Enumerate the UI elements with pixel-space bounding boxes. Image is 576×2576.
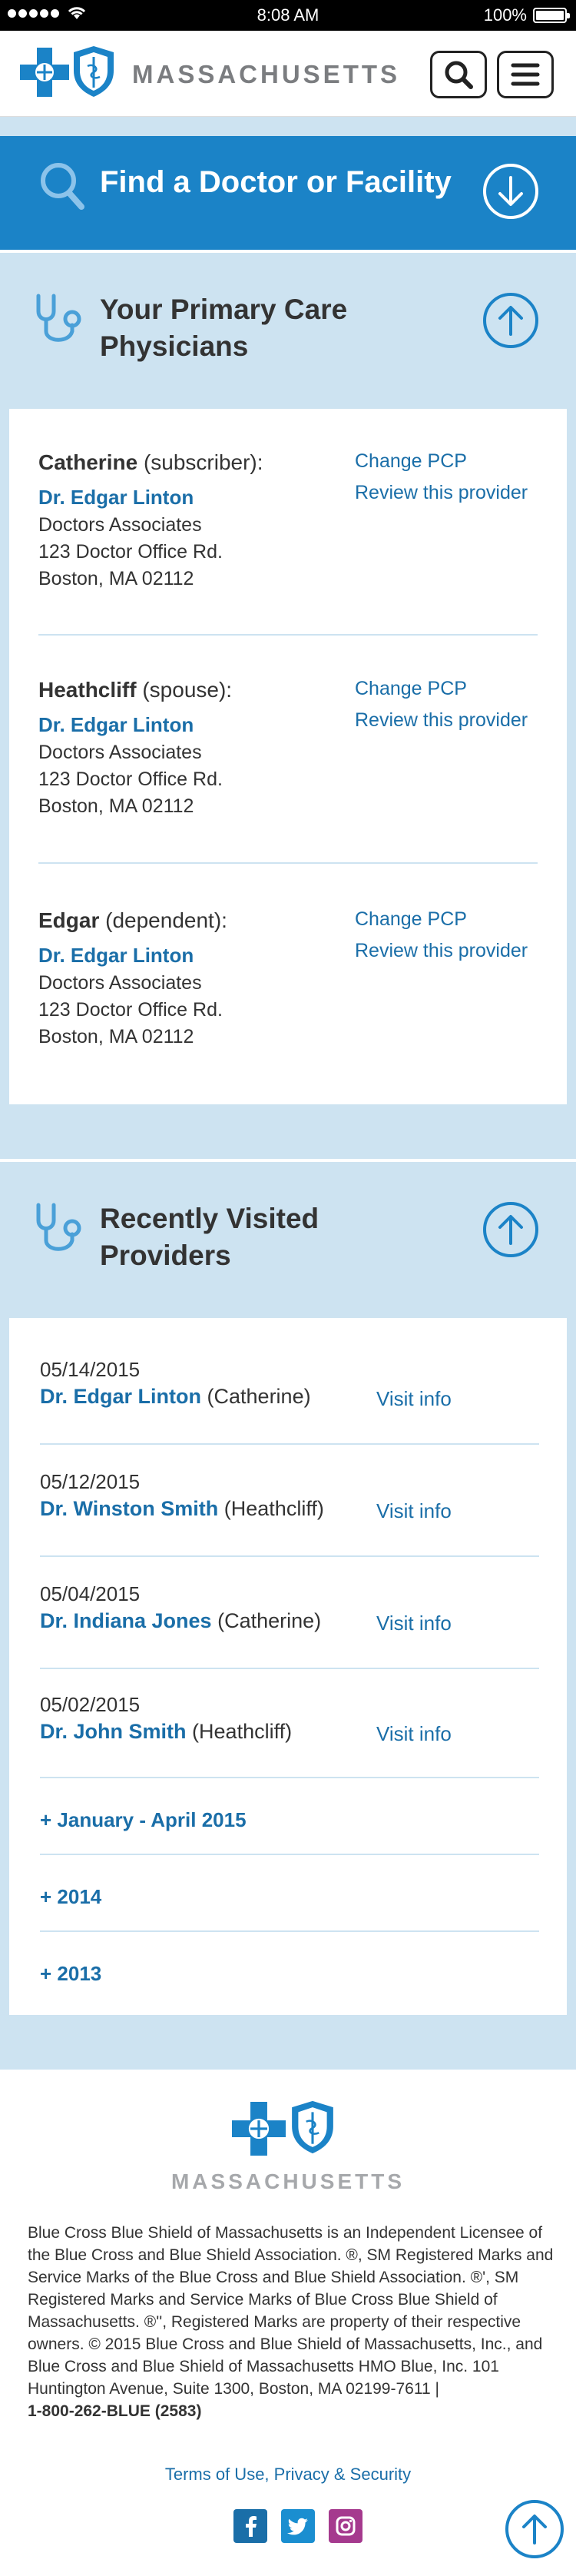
member-name: Heathcliff — [38, 678, 137, 702]
blue-shield-logo-icon[interactable] — [71, 45, 117, 98]
pcp-street: 123 Doctor Office Rd. — [38, 999, 223, 1021]
visit-doctor-link[interactable]: Dr. Indiana Jones — [40, 1609, 212, 1632]
find-doctor-banner[interactable]: Find a Doctor or Facility — [0, 136, 576, 250]
pcp-entry: Edgar (dependent): Dr. Edgar Linton Doct… — [38, 908, 538, 1048]
find-doctor-title: Find a Doctor or Facility — [100, 165, 452, 199]
battery-icon — [533, 8, 570, 23]
visit-doctor-link[interactable]: Dr. John Smith — [40, 1720, 187, 1743]
expander-2013[interactable]: + 2013 — [40, 1962, 101, 1986]
visit-patient: (Catherine) — [207, 1385, 311, 1408]
expander-2014[interactable]: + 2014 — [40, 1885, 101, 1909]
pcp-practice: Doctors Associates — [38, 972, 202, 994]
recent-section-title: Recently Visited Providers — [100, 1203, 319, 1271]
terms-privacy-link[interactable]: Terms of Use, Privacy & Security — [0, 2465, 576, 2485]
pcp-street: 123 Doctor Office Rd. — [38, 768, 223, 790]
status-bar: 8:08 AM 100% — [0, 0, 576, 31]
collapse-up-icon[interactable] — [482, 1200, 540, 1259]
divider — [38, 862, 538, 864]
site-footer: MASSACHUSETTS Blue Cross Blue Shield of … — [0, 2070, 576, 2576]
visit-row: 05/02/2015 Dr. John Smith (Heathcliff) V… — [40, 1693, 539, 1746]
phone-number[interactable]: 1-800-262-BLUE (2583) — [28, 2402, 201, 2420]
search-icon — [445, 61, 473, 89]
recent-section-header[interactable]: Recently Visited Providers — [0, 1162, 576, 1308]
visit-date: 05/14/2015 — [40, 1358, 141, 1381]
member-role: (dependent): — [105, 908, 227, 932]
visit-info-link[interactable]: Visit info — [376, 1387, 452, 1411]
member-role: (subscriber): — [143, 450, 263, 474]
visit-date: 05/12/2015 — [40, 1470, 141, 1493]
legal-text: Blue Cross Blue Shield of Massachusetts … — [28, 2222, 558, 2422]
divider — [40, 1668, 539, 1669]
back-to-top-icon[interactable] — [504, 2498, 565, 2560]
search-button[interactable] — [430, 51, 487, 98]
recent-visits-card: 05/14/2015 Dr. Edgar Linton (Catherine) … — [9, 1318, 567, 2015]
collapse-up-icon[interactable] — [482, 291, 540, 350]
blue-shield-logo-icon — [292, 2100, 333, 2154]
stethoscope-icon — [36, 1203, 81, 1251]
pcp-practice: Doctors Associates — [38, 742, 202, 763]
visit-row: 05/04/2015 Dr. Indiana Jones (Catherine)… — [40, 1582, 539, 1635]
site-header: MASSACHUSETTS — [0, 31, 576, 117]
review-provider-link[interactable]: Review this provider — [355, 709, 528, 732]
change-pcp-link[interactable]: Change PCP — [355, 450, 528, 473]
divider — [38, 634, 538, 636]
pcp-section-title: Your Primary Care Physicians — [100, 294, 348, 362]
blue-cross-logo-icon — [232, 2102, 286, 2156]
change-pcp-link[interactable]: Change PCP — [355, 908, 528, 931]
battery-percent: 100% — [483, 5, 527, 25]
hamburger-menu-icon — [511, 63, 540, 86]
expand-down-icon[interactable] — [482, 162, 540, 221]
visit-row: 05/12/2015 Dr. Winston Smith (Heathcliff… — [40, 1470, 539, 1523]
visit-patient: (Heathcliff) — [192, 1720, 293, 1743]
visit-row: 05/14/2015 Dr. Edgar Linton (Catherine) … — [40, 1358, 539, 1411]
legal-copy: Blue Cross Blue Shield of Massachusetts … — [28, 2224, 554, 2398]
pcp-entry: Heathcliff (spouse): Dr. Edgar Linton Do… — [38, 678, 538, 818]
change-pcp-link[interactable]: Change PCP — [355, 678, 528, 700]
pcp-practice: Doctors Associates — [38, 514, 202, 536]
member-role: (spouse): — [142, 678, 233, 702]
pcp-street: 123 Doctor Office Rd. — [38, 541, 223, 563]
visit-info-link[interactable]: Visit info — [376, 1612, 452, 1635]
divider — [40, 1930, 539, 1932]
stethoscope-icon — [36, 294, 81, 342]
twitter-icon[interactable] — [281, 2509, 315, 2543]
review-provider-link[interactable]: Review this provider — [355, 940, 528, 962]
member-name: Catherine — [38, 450, 138, 474]
pcp-card: Catherine (subscriber): Dr. Edgar Linton… — [9, 409, 567, 1104]
divider — [40, 1854, 539, 1855]
expander-jan-apr-2015[interactable]: + January - April 2015 — [40, 1808, 247, 1832]
visit-date: 05/02/2015 — [40, 1693, 141, 1716]
member-name: Edgar — [38, 908, 100, 932]
menu-button[interactable] — [497, 51, 554, 98]
pcp-city: Boston, MA 02112 — [38, 795, 194, 817]
visit-info-link[interactable]: Visit info — [376, 1722, 452, 1746]
divider — [40, 1777, 539, 1778]
pcp-entry: Catherine (subscriber): Dr. Edgar Linton… — [38, 450, 538, 590]
instagram-icon[interactable] — [329, 2509, 362, 2543]
pcp-city: Boston, MA 02112 — [38, 568, 194, 589]
visit-doctor-link[interactable]: Dr. Winston Smith — [40, 1497, 218, 1520]
facebook-icon[interactable] — [233, 2509, 267, 2543]
blue-cross-logo-icon[interactable] — [20, 48, 69, 97]
visit-patient: (Catherine) — [217, 1609, 322, 1632]
visit-date: 05/04/2015 — [40, 1582, 141, 1605]
search-icon — [41, 163, 84, 210]
pcp-city: Boston, MA 02112 — [38, 1026, 194, 1047]
visit-info-link[interactable]: Visit info — [376, 1499, 452, 1523]
visit-patient: (Heathcliff) — [223, 1497, 324, 1520]
divider — [40, 1555, 539, 1557]
review-provider-link[interactable]: Review this provider — [355, 482, 528, 504]
visit-doctor-link[interactable]: Dr. Edgar Linton — [40, 1385, 201, 1408]
brand-wordmark[interactable]: MASSACHUSETTS — [132, 60, 400, 89]
divider — [40, 1443, 539, 1445]
footer-brand-wordmark: MASSACHUSETTS — [170, 2169, 405, 2193]
pcp-section-header[interactable]: Your Primary Care Physicians — [0, 253, 576, 399]
